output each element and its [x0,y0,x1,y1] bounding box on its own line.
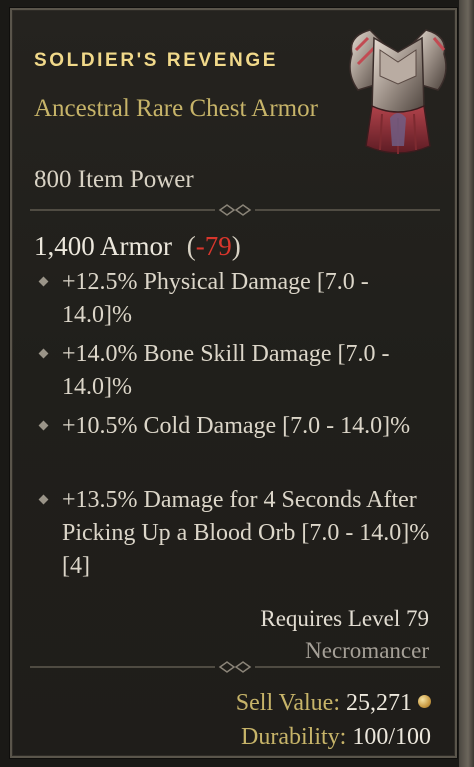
sell-value-amount: 25,271 [346,690,412,716]
armor-diff-open: ( [186,231,196,261]
item-power: 800 Item Power [34,166,194,193]
armor-value: 1,400 Armor [34,231,172,261]
diamond-bullet-icon [34,266,62,299]
section-divider [30,661,440,673]
item-type: Ancestral Rare Chest Armor [34,95,318,122]
chest-armor-icon [349,29,447,154]
affix-text: +13.5% Damage for 4 Seconds After Pickin… [62,487,430,579]
affix-line: +10.5% Cold Damage [7.0 - 14.0]% [34,410,439,443]
affix-line: +13.5% Damage for 4 Seconds After Pickin… [34,484,439,583]
affix-text: +12.5% Physical Damage [7.0 - 14.0]% [62,269,369,328]
sell-value: Sell Value: 25,271 [236,686,431,720]
durability-value: 100/100 [352,724,431,750]
requirements: Requires Level 79 Necromancer [260,603,429,667]
diamond-bullet-icon [34,338,62,371]
diamond-bullet-icon [34,410,62,443]
affix-line: +14.0% Bone Skill Damage [7.0 - 14.0]% [34,338,439,404]
durability: Durability: 100/100 [236,720,431,754]
gold-coin-icon [418,695,431,708]
affix-line: +12.5% Physical Damage [7.0 - 14.0]% [34,266,439,332]
item-name: SOLDIER'S REVENGE [34,50,279,71]
item-tooltip: SOLDIER'S REVENGE Ancestral Rare Chest A… [10,8,457,758]
diamond-bullet-icon [34,484,62,517]
background-edge [459,0,474,767]
section-divider [30,204,440,216]
sell-value-label: Sell Value: [235,690,340,716]
affix-text: +14.0% Bone Skill Damage [7.0 - 14.0]% [62,341,390,400]
armor-diff-close: ) [231,231,241,261]
armor-diff: -79 [195,231,232,261]
required-level: Requires Level 79 [260,606,429,631]
durability-label: Durability: [241,724,347,750]
armor-stat: 1,400 Armor (-79) [34,231,241,262]
value-block: Sell Value: 25,271 Durability: 100/100 [236,686,431,754]
affix-text: +10.5% Cold Damage [7.0 - 14.0]% [62,413,411,439]
